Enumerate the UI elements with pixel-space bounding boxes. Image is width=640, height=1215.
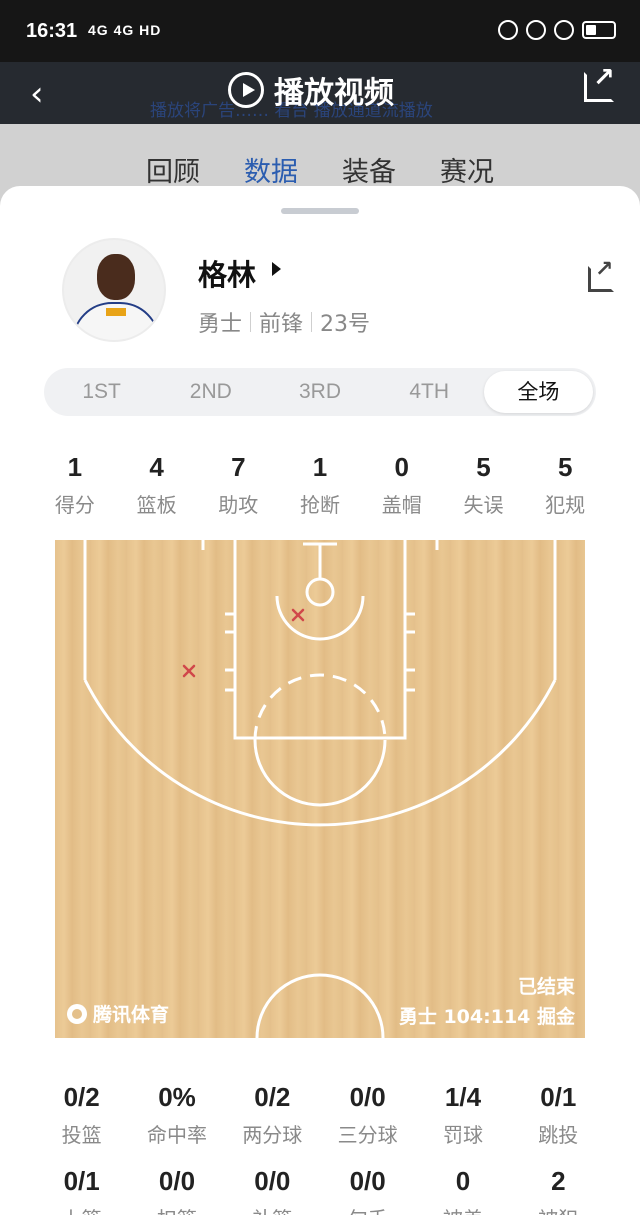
- stat-steals: 1 抢断: [300, 452, 341, 517]
- stat-field-goals: 0/2 投篮: [61, 1082, 102, 1147]
- alarm-icon: [554, 20, 574, 40]
- stat-assists: 7 助攻: [218, 452, 259, 517]
- stat-jump-shots: 0/1 跳投: [538, 1082, 579, 1147]
- shot-markers: [182, 608, 305, 678]
- divider: [311, 312, 313, 332]
- period-selector: 1ST 2ND 3RD 4TH 全场: [44, 368, 596, 416]
- period-full-game[interactable]: 全场: [483, 371, 594, 413]
- stat-turnovers: 5 失误: [463, 452, 504, 517]
- player-name[interactable]: 格林: [198, 252, 256, 294]
- battery-icon: [582, 21, 616, 39]
- back-icon[interactable]: ‹: [30, 74, 44, 114]
- player-avatar[interactable]: [62, 238, 166, 342]
- stat-rebounds: 4 篮板: [136, 452, 177, 517]
- stat-hook-shots: 0/0勾手: [348, 1166, 388, 1215]
- player-stats-sheet: 格林 勇士 前锋 23号 1ST 2ND 3RD 4TH 全场 1得分 4篮板 …: [0, 186, 640, 1215]
- stat-fouls: 5 犯规: [545, 452, 586, 517]
- player-number: 23号: [320, 312, 371, 337]
- tencent-sports-logo: 腾讯体育: [67, 1000, 169, 1027]
- stat-putbacks: 0/0补篮: [252, 1166, 292, 1215]
- stat-dunks: 0/0扣篮: [157, 1166, 197, 1215]
- player-share-icon[interactable]: [588, 257, 614, 292]
- share-icon[interactable]: [584, 63, 615, 102]
- stat-two-pointers: 0/2 两分球: [242, 1082, 303, 1147]
- play-icon: [228, 72, 264, 108]
- summary-stats: 1 得分 4 篮板 7 助攻 1 抢断 0 盖帽 5 失误 5 犯规: [34, 452, 606, 518]
- player-detail-arrow-icon[interactable]: [272, 262, 281, 276]
- status-icons: [498, 20, 616, 40]
- stat-three-pointers: 0/0 三分球: [337, 1082, 398, 1147]
- period-2nd[interactable]: 2ND: [156, 371, 265, 413]
- shooting-stats-row-1: 0/2 投篮 0% 命中率 0/2 两分球 0/0 三分球 1/4 罚球 0/1 跳投: [34, 1082, 606, 1148]
- period-3rd[interactable]: 3RD: [265, 371, 374, 413]
- video-header: 播放将广告…… 看台 播放通道流播放 ‹ 播放视频: [0, 62, 640, 124]
- stat-fg-percentage: 0% 命中率: [146, 1082, 207, 1147]
- stat-points: 1 得分: [54, 452, 95, 517]
- period-1st[interactable]: 1ST: [47, 371, 156, 413]
- lock-icon: [526, 20, 546, 40]
- game-status: 已结束: [517, 976, 575, 998]
- stat-fouls-drawn: 2被犯: [538, 1166, 578, 1215]
- vibrate-icon: [498, 20, 518, 40]
- divider: [250, 312, 252, 332]
- shot-chart-court: 已结束 勇士 104:114 掘金 腾讯体育: [55, 540, 585, 1038]
- tencent-sports-icon: [67, 1003, 87, 1024]
- status-time: 16:31: [26, 20, 78, 42]
- player-position: 前锋: [259, 312, 304, 337]
- stat-blocks: 0 盖帽: [381, 452, 422, 517]
- period-4th[interactable]: 4TH: [375, 371, 484, 413]
- shooting-stats-row-2: 0/1上篮 0/0扣篮 0/0补篮 0/0勾手 0被盖 2被犯: [34, 1166, 606, 1215]
- game-score: 勇士 104:114 掘金: [398, 1006, 575, 1028]
- signal-indicators: 4G 4G HD: [88, 22, 162, 38]
- play-video-title: 播放视频: [274, 76, 394, 111]
- shot-miss-marker[interactable]: [182, 664, 196, 678]
- shot-miss-marker[interactable]: [291, 608, 305, 622]
- player-info: 勇士 前锋 23号: [198, 306, 370, 338]
- stat-free-throws: 1/4 罚球: [442, 1082, 483, 1147]
- player-team: 勇士: [198, 312, 243, 337]
- stat-blocked: 0被盖: [443, 1166, 483, 1215]
- status-bar: 16:31 4G 4G HD: [0, 0, 640, 62]
- stat-layups: 0/1上篮: [62, 1166, 102, 1215]
- sheet-drag-handle[interactable]: [281, 208, 359, 214]
- play-video-button[interactable]: 播放视频: [228, 68, 394, 112]
